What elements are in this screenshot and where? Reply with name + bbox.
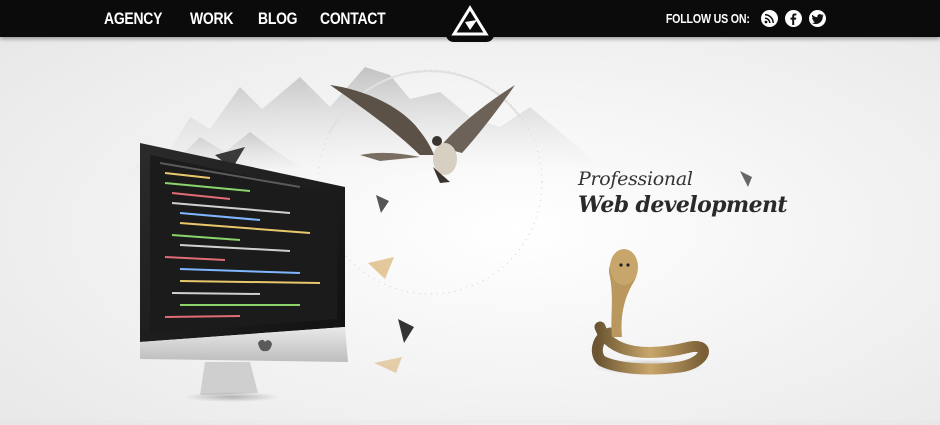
facebook-icon[interactable] bbox=[785, 10, 802, 27]
hero-banner: Professional Web development bbox=[0, 37, 940, 420]
hero-line-web-development: Web development bbox=[578, 192, 788, 218]
main-nav: AGENCY WORK BLOG CONTACT bbox=[104, 0, 394, 37]
rss-icon[interactable] bbox=[761, 10, 778, 27]
social-links: FOLLOW US ON: bbox=[651, 0, 826, 37]
follow-us-label: FOLLOW US ON: bbox=[666, 11, 750, 26]
twitter-icon[interactable] bbox=[809, 10, 826, 27]
cobra-illustration bbox=[591, 249, 709, 375]
nav-link-agency[interactable]: AGENCY bbox=[104, 9, 162, 29]
nav-link-blog[interactable]: BLOG bbox=[258, 9, 298, 29]
hero-illustration bbox=[120, 67, 752, 402]
hero-headline: Professional Web development bbox=[578, 167, 788, 219]
hero-line-professional: Professional bbox=[578, 168, 693, 190]
nav-link-contact[interactable]: CONTACT bbox=[320, 9, 386, 29]
imac-monitor bbox=[140, 143, 348, 402]
nav-link-work[interactable]: WORK bbox=[190, 9, 233, 29]
